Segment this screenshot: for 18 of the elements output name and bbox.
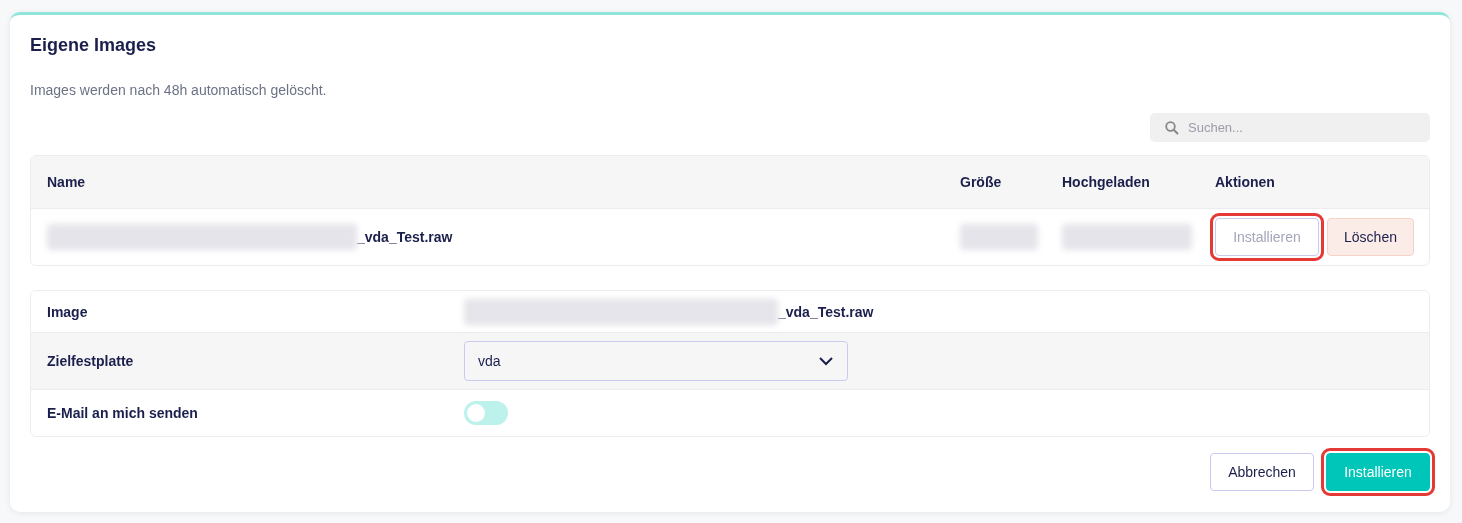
disk-select[interactable]: vda [464,341,848,381]
file-name: _vda_Test.raw [778,303,874,320]
column-header: Aktionen [1215,174,1276,190]
card-title: Eigene Images [30,34,158,57]
column-header: Name [47,174,87,190]
search-field[interactable]: Suchen... [1150,113,1430,142]
column-header: Größe [960,174,1003,190]
field-label: E-Mail an mich senden [47,405,199,421]
field-label: Image [47,303,89,320]
delete-button[interactable]: Löschen [1327,218,1414,256]
file-name: _vda_Test.raw [357,229,453,245]
note-text: Images werden nach 48h automatisch gelöscht. [30,81,328,99]
email-toggle[interactable] [464,401,508,425]
chevron-down-icon [819,356,833,366]
column-header: Hochgeladen [1062,174,1151,190]
field-label: Zielfestplatte [47,353,135,369]
search-icon [1165,121,1179,135]
secondary-button[interactable]: Abbrechen [1210,453,1314,491]
